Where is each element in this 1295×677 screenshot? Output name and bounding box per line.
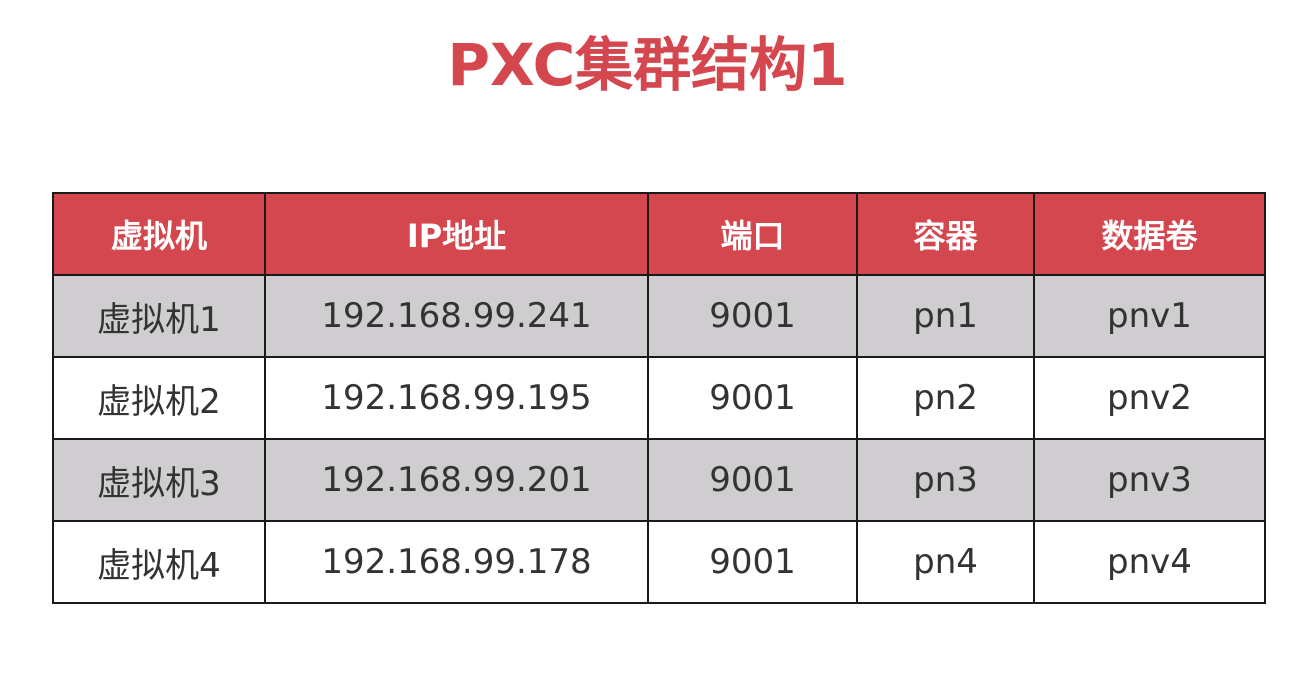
- cell-ip: 192.168.99.178: [264, 520, 649, 604]
- cell-volume: pnv2: [1033, 356, 1266, 440]
- cell-volume: pnv4: [1033, 520, 1266, 604]
- header-vm: 虚拟机: [52, 192, 266, 276]
- cluster-table: 虚拟机 IP地址 端口 容器 数据卷 虚拟机1 192.168.99.241 9…: [52, 192, 1266, 604]
- slide: PXC集群结构1 虚拟机 IP地址 端口 容器 数据卷 虚拟机1 192.168…: [0, 0, 1295, 677]
- cell-vm: 虚拟机4: [52, 520, 266, 604]
- cell-container: pn2: [856, 356, 1035, 440]
- cell-vm: 虚拟机3: [52, 438, 266, 522]
- cell-volume: pnv1: [1033, 274, 1266, 358]
- cell-port: 9001: [647, 274, 858, 358]
- cell-vm: 虚拟机2: [52, 356, 266, 440]
- cell-container: pn3: [856, 438, 1035, 522]
- header-port: 端口: [647, 192, 858, 276]
- cell-ip: 192.168.99.201: [264, 438, 649, 522]
- header-ip: IP地址: [264, 192, 649, 276]
- cell-container: pn1: [856, 274, 1035, 358]
- table-row: 虚拟机1 192.168.99.241 9001 pn1 pnv1: [52, 274, 1266, 358]
- cell-port: 9001: [647, 356, 858, 440]
- cell-port: 9001: [647, 520, 858, 604]
- page-title: PXC集群结构1: [447, 31, 848, 99]
- table-row: 虚拟机3 192.168.99.201 9001 pn3 pnv3: [52, 438, 1266, 522]
- cell-container: pn4: [856, 520, 1035, 604]
- cell-port: 9001: [647, 438, 858, 522]
- cell-volume: pnv3: [1033, 438, 1266, 522]
- header-volume: 数据卷: [1033, 192, 1266, 276]
- cell-vm: 虚拟机1: [52, 274, 266, 358]
- header-container: 容器: [856, 192, 1035, 276]
- cell-ip: 192.168.99.195: [264, 356, 649, 440]
- table-row: 虚拟机4 192.168.99.178 9001 pn4 pnv4: [52, 520, 1266, 604]
- table-header-row: 虚拟机 IP地址 端口 容器 数据卷: [52, 192, 1266, 276]
- cell-ip: 192.168.99.241: [264, 274, 649, 358]
- table-row: 虚拟机2 192.168.99.195 9001 pn2 pnv2: [52, 356, 1266, 440]
